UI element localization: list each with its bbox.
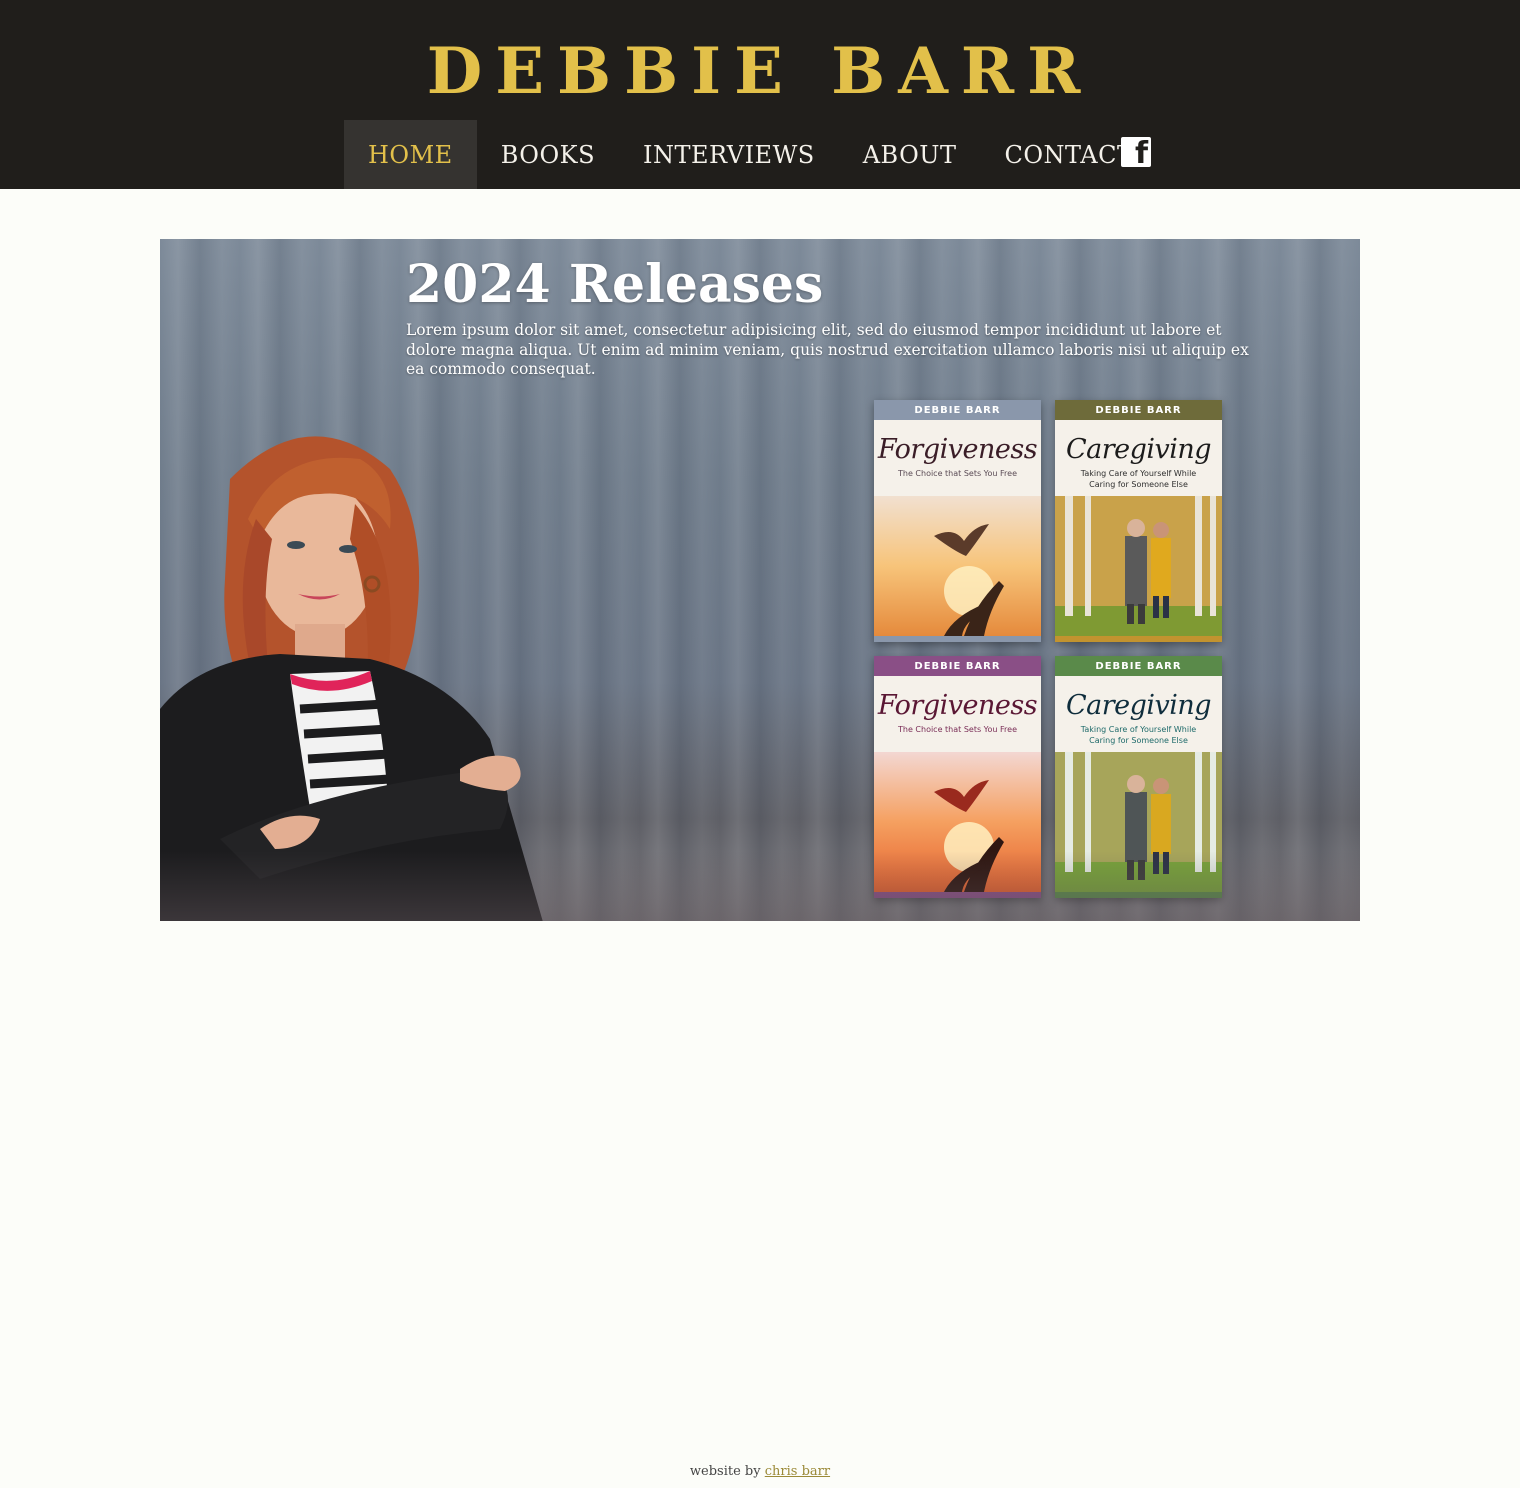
main-nav: HOME BOOKS INTERVIEWS ABOUT CONTACT: [344, 120, 1157, 189]
book-subtitle: The Choice that Sets You Free: [897, 469, 1017, 478]
book-cover-forgiveness-2[interactable]: DEBBIE BARR Forgiveness The Choice that …: [874, 656, 1041, 898]
nav-item-about[interactable]: ABOUT: [839, 120, 981, 189]
author-portrait: [160, 436, 543, 921]
book-author-band: DEBBIE BARR: [1055, 656, 1222, 676]
book-foot: [874, 892, 1041, 898]
nav-item-home[interactable]: HOME: [344, 120, 477, 189]
book-subtitle: The Choice that Sets You Free: [897, 725, 1017, 734]
book-title: Forgiveness: [877, 434, 1038, 465]
footer-credit-link[interactable]: chris barr: [765, 1464, 830, 1479]
book-title: Caregiving: [1065, 434, 1212, 465]
facebook-icon[interactable]: f: [1121, 137, 1151, 169]
site-footer: website by chris barr: [0, 1464, 1520, 1479]
hero-text: Lorem ipsum dolor sit amet, consectetur …: [406, 321, 1249, 378]
footer-prefix: website by: [689, 1464, 761, 1479]
book-author-band: DEBBIE BARR: [874, 400, 1041, 420]
book-author-band: DEBBIE BARR: [1055, 400, 1222, 420]
book-cover-caregiving-2[interactable]: DEBBIE BARR Caregiving Taking Care of Yo…: [1055, 656, 1222, 898]
book-cover-forgiveness-1[interactable]: DEBBIE BARR Forgiveness The Choice that …: [874, 400, 1041, 642]
hero-banner: 2024 Releases Lorem ipsum dolor sit amet…: [160, 239, 1360, 921]
book-foot: [1055, 892, 1222, 898]
book-foot: [874, 636, 1041, 642]
site-title[interactable]: DEBBIE BARR: [0, 36, 1520, 108]
book-art-dove: [874, 496, 1041, 636]
hero-title: 2024 Releases: [406, 254, 824, 315]
book-author-band: DEBBIE BARR: [874, 656, 1041, 676]
book-subtitle: Taking Care of Yourself While Caring for…: [1080, 725, 1197, 745]
book-art-dove: [874, 752, 1041, 892]
nav-item-books[interactable]: BOOKS: [477, 120, 619, 189]
book-title: Forgiveness: [877, 690, 1038, 721]
book-title: Caregiving: [1065, 690, 1212, 721]
book-art-couple: [1055, 496, 1222, 636]
book-cover-caregiving-1[interactable]: DEBBIE BARR Caregiving Taking Care of Yo…: [1055, 400, 1222, 642]
book-art-couple: [1055, 752, 1222, 892]
book-subtitle: Taking Care of Yourself While Caring for…: [1080, 469, 1197, 489]
nav-item-interviews[interactable]: INTERVIEWS: [619, 120, 839, 189]
book-foot: [1055, 636, 1222, 642]
